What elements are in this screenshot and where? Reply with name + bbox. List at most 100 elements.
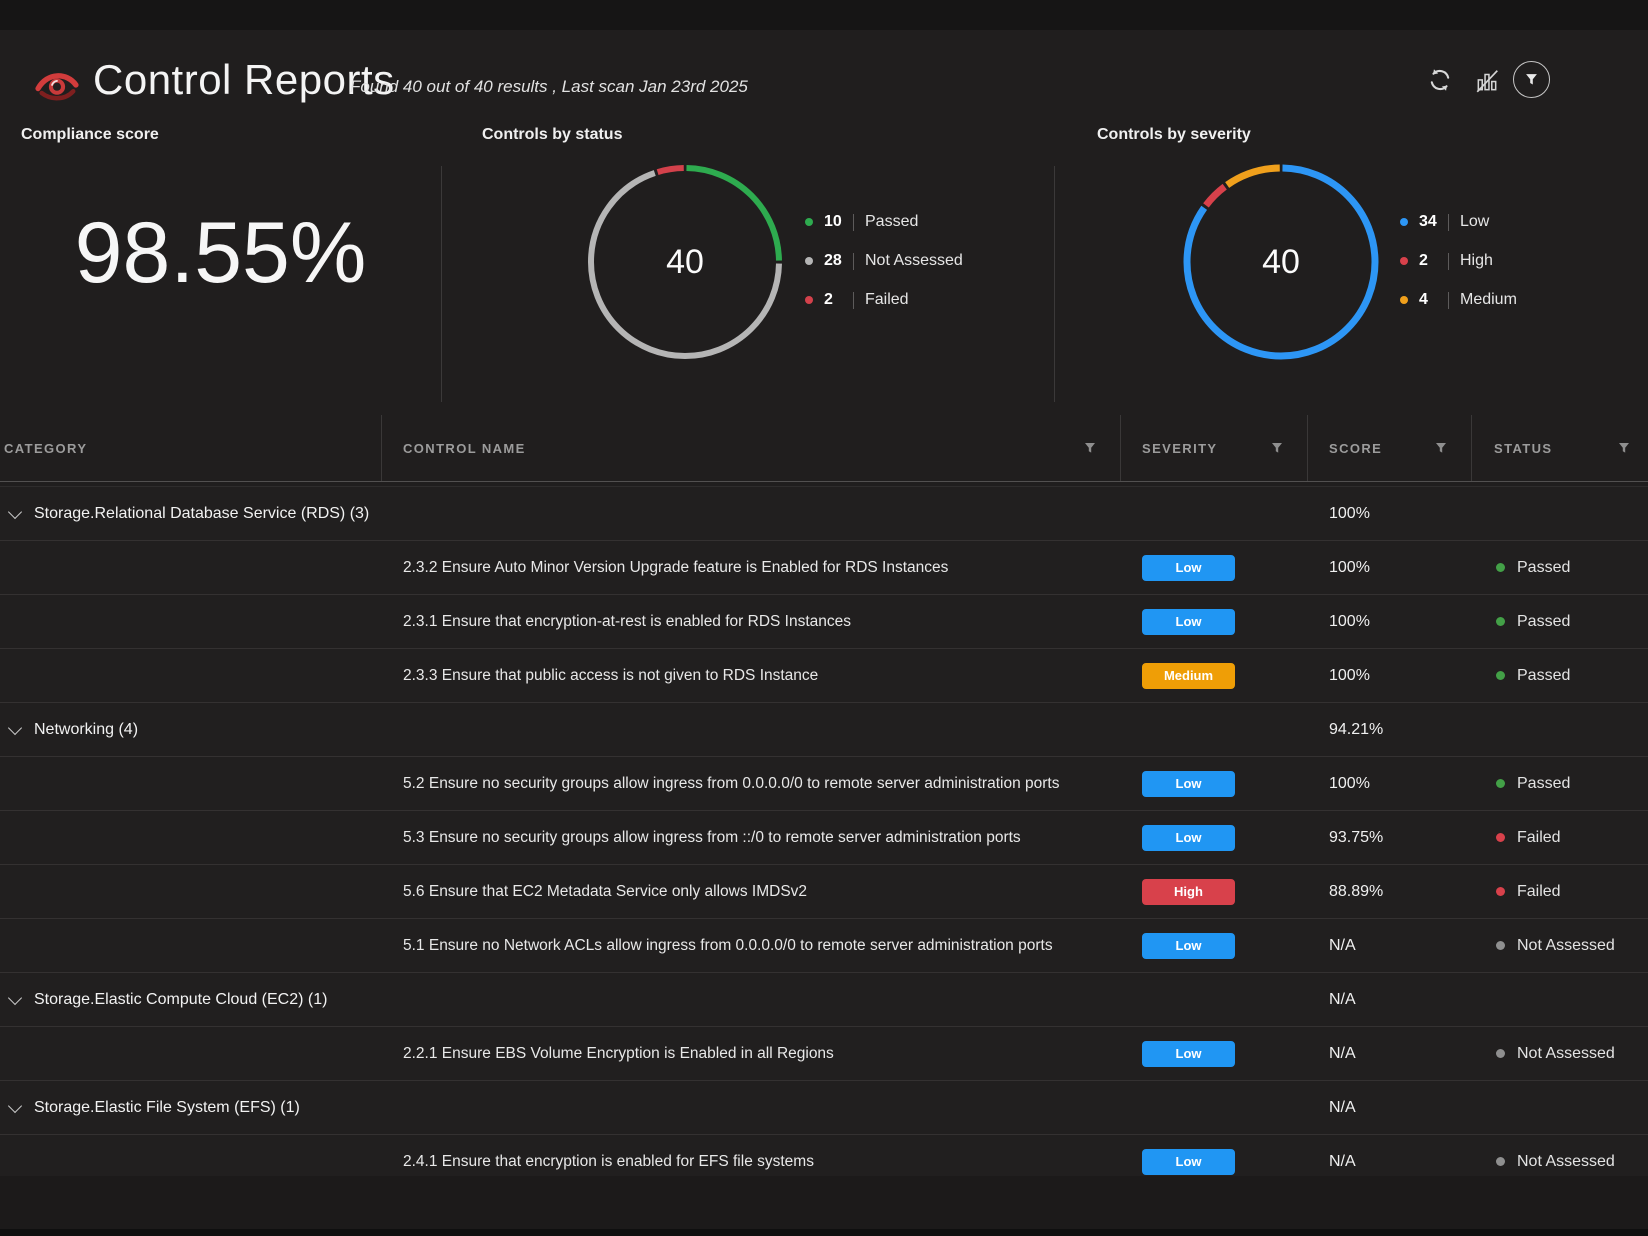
status-label: Failed <box>1517 883 1561 901</box>
category-cell: Storage.Relational Database Service (RDS… <box>0 487 381 540</box>
legend-item-passed[interactable]: 10Passed <box>805 210 963 234</box>
status-header-label: STATUS <box>1494 441 1552 456</box>
severity-cell: Low <box>1120 1027 1307 1080</box>
legend-bullet <box>805 218 813 226</box>
app-logo-eye-icon <box>34 66 80 102</box>
status-dot <box>1496 671 1505 680</box>
category-label: Storage.Elastic File System (EFS) (1) <box>34 1099 300 1117</box>
severity-badge: Low <box>1142 609 1235 635</box>
severity-cell: Low <box>1120 811 1307 864</box>
legend-label: High <box>1460 252 1493 270</box>
status-dot <box>1496 563 1505 572</box>
severity-cell: Low <box>1120 595 1307 648</box>
status-label: Passed <box>1517 559 1570 577</box>
score-cell: 100% <box>1307 541 1471 594</box>
category-row[interactable]: Networking (4) 94.21% <box>0 703 1648 757</box>
score-filter-icon[interactable] <box>1435 442 1447 454</box>
severity-filter-icon[interactable] <box>1271 442 1283 454</box>
control-row[interactable]: 5.6 Ensure that EC2 Metadata Service onl… <box>0 865 1648 919</box>
severity-badge: Medium <box>1142 663 1235 689</box>
status-dot <box>1496 779 1505 788</box>
category-cell <box>0 1027 381 1080</box>
control-row[interactable]: 2.3.2 Ensure Auto Minor Version Upgrade … <box>0 541 1648 595</box>
column-header-control-name: CONTROL NAME <box>381 415 1120 481</box>
chevron-down-icon[interactable] <box>8 1098 22 1112</box>
control-name-header-label: CONTROL NAME <box>403 441 526 456</box>
severity-badge: Low <box>1142 1149 1235 1175</box>
control-row[interactable]: 2.3.1 Ensure that encryption-at-rest is … <box>0 595 1648 649</box>
category-row[interactable]: Storage.Elastic Compute Cloud (EC2) (1)N… <box>0 973 1648 1027</box>
legend-bullet <box>805 296 813 304</box>
category-header-label: CATEGORY <box>4 441 87 456</box>
control-name-cell <box>381 487 1120 540</box>
status-dot <box>1496 1049 1505 1058</box>
legend-item-not-assessed[interactable]: 28Not Assessed <box>805 249 963 273</box>
score-cell: N/A <box>1307 1027 1471 1080</box>
control-row[interactable]: 2.3.3 Ensure that public access is not g… <box>0 649 1648 703</box>
category-cell: Networking (4) <box>0 703 381 756</box>
chevron-down-icon[interactable] <box>8 720 22 734</box>
panel-divider <box>441 166 442 402</box>
legend-label: Not Assessed <box>865 252 963 270</box>
severity-cell: Low <box>1120 919 1307 972</box>
status-total-count: 40 <box>585 162 785 362</box>
legend-item-failed[interactable]: 2Failed <box>805 288 963 312</box>
status-cell: Passed <box>1471 757 1648 810</box>
column-header-severity: SEVERITY <box>1120 415 1307 481</box>
control-name-filter-icon[interactable] <box>1084 442 1096 454</box>
control-row[interactable]: 2.2.1 Ensure EBS Volume Encryption is En… <box>0 1027 1648 1081</box>
window-bottom-strip <box>0 1229 1648 1236</box>
severity-badge: Low <box>1142 1041 1235 1067</box>
score-cell: N/A <box>1307 919 1471 972</box>
legend-item-medium[interactable]: 4Medium <box>1400 288 1517 312</box>
control-row[interactable]: 5.3 Ensure no security groups allow ingr… <box>0 811 1648 865</box>
score-header-label: SCORE <box>1329 441 1382 456</box>
status-label: Not Assessed <box>1517 1045 1615 1063</box>
window-top-strip <box>0 0 1648 30</box>
compliance-score-value: 98.55% <box>0 206 441 301</box>
legend-label: Low <box>1460 213 1489 231</box>
legend-separator <box>1448 292 1449 309</box>
control-name-cell: 5.2 Ensure no security groups allow ingr… <box>381 757 1120 810</box>
legend-bullet <box>1400 296 1408 304</box>
filter-menu-button[interactable] <box>1513 61 1550 98</box>
legend-item-high[interactable]: 2High <box>1400 249 1517 273</box>
chevron-down-icon[interactable] <box>8 504 22 518</box>
refresh-button[interactable] <box>1424 64 1456 96</box>
control-name-cell: 2.3.1 Ensure that encryption-at-rest is … <box>381 595 1120 648</box>
category-cell <box>0 541 381 594</box>
legend-count: 34 <box>1419 213 1446 231</box>
chart-hidden-icon <box>1474 68 1500 94</box>
control-row[interactable]: 5.1 Ensure no Network ACLs allow ingress… <box>0 919 1648 973</box>
legend-item-low[interactable]: 34 Low <box>1400 210 1517 234</box>
funnel-icon <box>1525 73 1538 86</box>
control-row[interactable]: 5.2 Ensure no security groups allow ingr… <box>0 757 1648 811</box>
category-label: Storage.Relational Database Service (RDS… <box>34 505 369 523</box>
status-filter-icon[interactable] <box>1618 442 1630 454</box>
status-cell: Not Assessed <box>1471 1027 1648 1080</box>
severity-header-label: SEVERITY <box>1142 441 1218 456</box>
column-header-category: CATEGORY <box>0 415 381 481</box>
status-dot <box>1496 833 1505 842</box>
legend-separator <box>853 292 854 309</box>
score-cell: 94.21% <box>1307 703 1471 756</box>
status-dot <box>1496 1157 1505 1166</box>
severity-cell: Low <box>1120 757 1307 810</box>
toggle-charts-button[interactable] <box>1472 66 1502 96</box>
status-cell <box>1471 487 1648 540</box>
severity-donut-chart: 40 <box>1181 162 1381 362</box>
score-cell: 100% <box>1307 595 1471 648</box>
status-label: Failed <box>1517 829 1561 847</box>
status-cell: Passed <box>1471 541 1648 594</box>
severity-cell <box>1120 973 1307 1026</box>
category-row[interactable]: Storage.Elastic File System (EFS) (1)N/A <box>0 1081 1648 1135</box>
control-name-cell: 5.1 Ensure no Network ACLs allow ingress… <box>381 919 1120 972</box>
control-name-cell: 2.2.1 Ensure EBS Volume Encryption is En… <box>381 1027 1120 1080</box>
category-cell <box>0 757 381 810</box>
status-label: Passed <box>1517 775 1570 793</box>
status-donut-chart: 40 <box>585 162 785 362</box>
control-name-cell <box>381 703 1120 756</box>
category-row[interactable]: Storage.Relational Database Service (RDS… <box>0 487 1648 541</box>
status-dot <box>1496 941 1505 950</box>
chevron-down-icon[interactable] <box>8 990 22 1004</box>
